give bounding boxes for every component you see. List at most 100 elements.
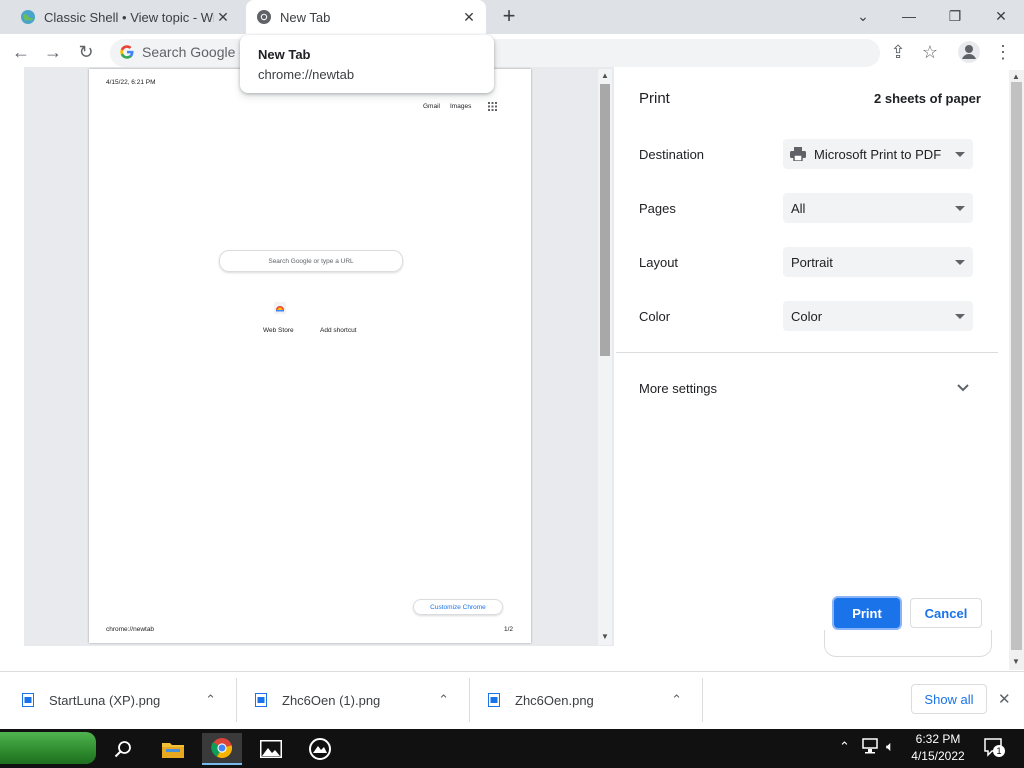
dropdown-arrow-icon — [955, 259, 965, 265]
preview-scrollbar-thumb[interactable] — [600, 84, 610, 356]
forward-arrow-icon[interactable]: → — [42, 41, 64, 63]
color-label: Color — [639, 309, 671, 324]
profile-avatar[interactable] — [958, 41, 980, 63]
dropdown-arrow-icon — [955, 205, 965, 211]
download-filename: StartLuna (XP).png — [49, 692, 161, 708]
tab-new-tab[interactable]: New Tab ✕ — [246, 0, 486, 34]
tab-title: Classic Shell • View topic - Wind — [44, 9, 214, 25]
scroll-down-arrow-icon[interactable]: ▼ — [1012, 657, 1020, 666]
chevron-up-icon[interactable]: ⌃ — [438, 692, 449, 708]
chrome-taskbar-icon[interactable] — [202, 733, 242, 765]
show-all-button[interactable]: Show all — [911, 684, 987, 714]
preview-search-box: Search Google or type a URL — [219, 250, 403, 272]
notification-center-icon[interactable]: 1 — [984, 737, 1005, 757]
network-icon[interactable] — [862, 738, 880, 759]
pages-value: All — [791, 200, 806, 216]
reload-icon[interactable]: ↻ — [75, 41, 97, 63]
color-value: Color — [791, 308, 823, 324]
volume-icon[interactable]: 🔈︎ — [886, 738, 894, 755]
divider — [236, 678, 237, 722]
omnibox-placeholder: Search Google o — [142, 44, 248, 60]
scroll-down-arrow-icon[interactable]: ▼ — [601, 632, 609, 641]
divider — [616, 352, 998, 353]
hover-card-url: chrome://newtab — [258, 67, 355, 82]
minimize-button[interactable]: — — [886, 0, 932, 32]
menu-kebab-icon[interactable]: ⋮ — [992, 41, 1014, 63]
preview-images-link: Images — [450, 103, 472, 110]
printer-icon — [790, 147, 806, 161]
divider — [469, 678, 470, 722]
new-tab-button[interactable]: + — [498, 5, 520, 27]
cancel-button[interactable]: Cancel — [910, 598, 982, 628]
restore-button[interactable]: ❐ — [932, 0, 978, 32]
chrome-icon — [257, 10, 271, 24]
tab-hover-card: New Tab chrome://newtab — [240, 35, 494, 93]
globe-icon — [21, 10, 35, 24]
more-settings-label: More settings — [639, 381, 718, 396]
bookmark-star-icon[interactable]: ☆ — [919, 41, 941, 63]
preview-footer-url: chrome://newtab — [106, 626, 155, 633]
preview-customize-label: Customize Chrome — [430, 603, 486, 611]
chevron-up-icon[interactable]: ⌃ — [205, 692, 216, 708]
scroll-up-arrow-icon[interactable]: ▲ — [1012, 72, 1020, 81]
apps-grid-icon — [488, 102, 497, 111]
share-icon[interactable]: ⇪ — [887, 41, 909, 63]
sheet-count: 2 sheets of paper — [874, 91, 981, 106]
close-shelf-icon[interactable]: ✕ — [998, 690, 1011, 708]
preview-shortcut-add: Add shortcut — [320, 327, 357, 334]
back-arrow-icon[interactable]: ← — [10, 41, 32, 63]
destination-label: Destination — [639, 147, 705, 162]
preview-page-number: 1/2 — [504, 626, 514, 633]
print-title: Print — [639, 90, 670, 107]
dropdown-arrow-icon — [955, 313, 965, 319]
destination-value: Microsoft Print to PDF — [814, 146, 942, 162]
close-icon[interactable]: ✕ — [460, 9, 478, 26]
preview-header-date: 4/15/22, 6:21 PM — [106, 79, 156, 86]
preview-search-placeholder: Search Google or type a URL — [268, 257, 354, 265]
download-filename: Zhc6Oen.png — [515, 692, 594, 708]
chevron-up-icon[interactable]: ⌃ — [671, 692, 682, 708]
destination-select[interactable]: Microsoft Print to PDF — [783, 139, 973, 169]
web-store-icon — [274, 302, 286, 314]
background-card-edge — [824, 630, 992, 657]
download-item[interactable]: Zhc6Oen.png ⌃ — [488, 686, 688, 714]
page-scrollbar-thumb[interactable] — [1011, 82, 1022, 650]
download-filename: Zhc6Oen (1).png — [282, 692, 381, 708]
image-file-icon — [255, 693, 267, 707]
preview-shortcut-web-store: Web Store — [263, 327, 294, 334]
hover-card-title: New Tab — [258, 47, 311, 62]
color-select[interactable]: Color — [783, 301, 973, 331]
more-settings-toggle[interactable]: More settings — [616, 372, 998, 406]
start-button[interactable] — [0, 732, 96, 764]
dropdown-arrow-icon — [955, 151, 965, 157]
clock-time: 6:32 PM — [915, 732, 961, 746]
tab-classic-shell[interactable]: Classic Shell • View topic - Wind ✕ — [10, 0, 240, 34]
pages-label: Pages — [639, 201, 676, 216]
photos-icon[interactable] — [251, 733, 291, 765]
search-icon[interactable] — [103, 733, 143, 765]
chevron-down-icon — [957, 384, 969, 392]
paint-icon[interactable] — [300, 733, 340, 765]
scroll-up-arrow-icon[interactable]: ▲ — [601, 71, 609, 80]
image-file-icon — [488, 693, 500, 707]
pages-select[interactable]: All — [783, 193, 973, 223]
print-button[interactable]: Print — [834, 598, 900, 628]
preview-page: 4/15/22, 6:21 PM Gmail Images Search Goo… — [89, 69, 531, 643]
close-window-button[interactable]: ✕ — [978, 0, 1024, 32]
download-item[interactable]: StartLuna (XP).png ⌃ — [22, 686, 222, 714]
notification-badge: 1 — [993, 745, 1005, 757]
tab-search-chevron-icon[interactable]: ⌄ — [840, 0, 886, 32]
profile-icon — [962, 45, 976, 59]
preview-gmail-link: Gmail — [423, 103, 440, 110]
google-g-icon — [120, 45, 134, 59]
image-file-icon — [22, 693, 34, 707]
download-item[interactable]: Zhc6Oen (1).png ⌃ — [255, 686, 455, 714]
layout-value: Portrait — [791, 254, 833, 270]
chevron-up-icon[interactable]: ⌃ — [839, 739, 850, 755]
system-clock[interactable]: 6:32 PM 4/15/2022 — [905, 731, 971, 765]
file-explorer-icon[interactable] — [153, 733, 193, 765]
clock-date: 4/15/2022 — [911, 749, 965, 763]
divider — [702, 678, 703, 722]
layout-select[interactable]: Portrait — [783, 247, 973, 277]
close-icon[interactable]: ✕ — [214, 9, 232, 26]
